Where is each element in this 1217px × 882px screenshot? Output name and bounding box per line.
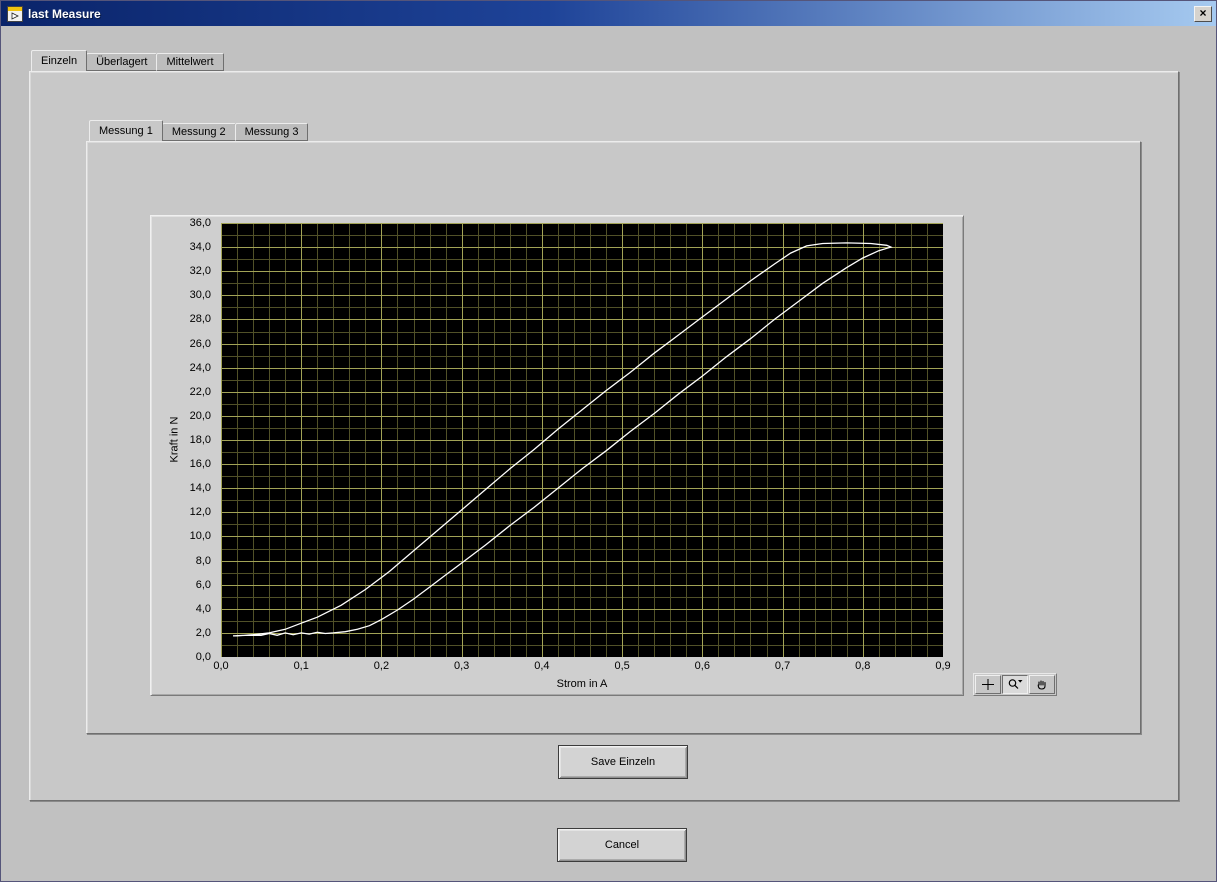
y-tick-label: 26,0 <box>189 337 211 350</box>
messung-tab-strip: Messung 1 Messung 2 Messung 3 <box>89 120 309 141</box>
tab-mittelwert[interactable]: Mittelwert <box>156 53 224 71</box>
y-tick-label: 8,0 <box>195 554 211 567</box>
data-series-messung-1 <box>232 242 893 637</box>
y-tick-label: 28,0 <box>189 313 211 326</box>
chart-frame: Kraft in N 0,0 2,0 4,0 6,0 8,0 10,0 12,0 14,0 16… <box>150 215 964 696</box>
y-tick-label: 16,0 <box>189 458 211 471</box>
outer-tab-strip: Einzeln Überlagert Mittelwert <box>31 50 224 71</box>
x-tick-label: 0,9 <box>935 660 951 672</box>
messung-1-tab-page: Kraft in N 0,0 2,0 4,0 6,0 8,0 10,0 12,0 14,0 16… <box>86 141 1141 734</box>
y-tick-label: 10,0 <box>189 530 211 543</box>
y-tick-label: 30,0 <box>189 289 211 302</box>
zoom-tool-icon[interactable] <box>1002 675 1028 694</box>
y-tick-label: 22,0 <box>189 385 211 398</box>
app-window: last Measure × Einzeln Überlagert Mittel… <box>0 0 1217 882</box>
y-tick-label: 34,0 <box>189 241 211 254</box>
close-button[interactable]: × <box>1194 5 1212 22</box>
cancel-button[interactable]: Cancel <box>557 828 687 862</box>
x-axis-label: Strom in A <box>556 678 608 690</box>
pan-hand-tool-icon[interactable] <box>1029 675 1055 694</box>
tab-einzeln[interactable]: Einzeln <box>31 50 88 71</box>
save-einzeln-button[interactable]: Save Einzeln <box>558 745 688 779</box>
titlebar[interactable]: last Measure × <box>1 1 1216 26</box>
x-tick-label: 0,4 <box>534 660 550 672</box>
tab-messung-1[interactable]: Messung 1 <box>89 120 163 141</box>
tab-ueberlagert[interactable]: Überlagert <box>86 53 158 71</box>
x-tick-label: 0,8 <box>855 660 871 672</box>
x-tick-label: 0,6 <box>694 660 710 672</box>
graph-palette <box>973 673 1057 696</box>
plot-area[interactable] <box>221 223 943 657</box>
y-tick-label: 12,0 <box>189 506 211 519</box>
y-tick-label: 4,0 <box>195 602 211 615</box>
tab-messung-2[interactable]: Messung 2 <box>161 123 236 141</box>
y-tick-label: 14,0 <box>189 482 211 495</box>
y-tick-label: 24,0 <box>189 361 211 374</box>
x-tick-label: 0,7 <box>774 660 791 672</box>
y-tick-label: 36,0 <box>189 217 211 229</box>
x-tick-label: 0,2 <box>373 660 390 672</box>
x-tick-label: 0,5 <box>614 660 630 672</box>
y-tick-label: 2,0 <box>195 626 211 639</box>
y-tick-label: 6,0 <box>195 578 211 591</box>
y-axis-ticks: 0,0 2,0 4,0 6,0 8,0 10,0 12,0 14,0 16,0 18,0 20,0 2… <box>151 217 215 663</box>
window-title: last Measure <box>28 6 101 21</box>
x-axis-ticks: 0,0 0,1 0,2 0,3 0,4 0,5 0,6 0,7 0,8 0,9 <box>213 660 950 673</box>
x-tick-label: 0,3 <box>454 660 470 672</box>
y-tick-label: 18,0 <box>189 434 211 446</box>
labview-app-icon[interactable] <box>7 5 23 22</box>
y-tick-label: 20,0 <box>189 409 211 422</box>
y-tick-label: 32,0 <box>189 265 211 278</box>
x-tick-label: 0,1 <box>293 660 309 672</box>
tab-messung-3[interactable]: Messung 3 <box>234 123 309 141</box>
crosshair-tool-icon[interactable] <box>975 675 1001 694</box>
x-tick-label: 0,0 <box>213 660 229 672</box>
